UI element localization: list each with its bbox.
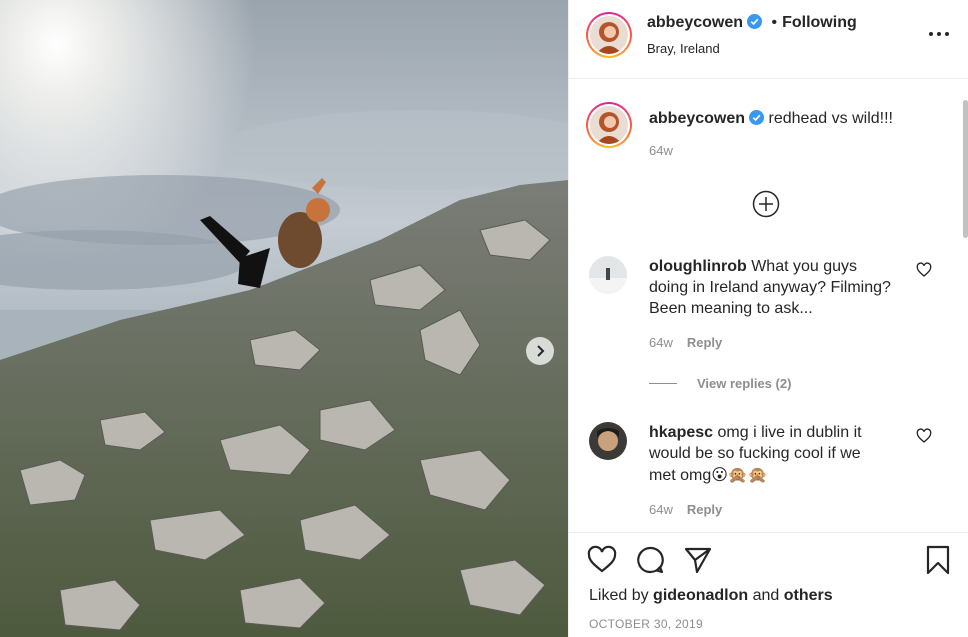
load-more-comments-icon[interactable]	[752, 190, 780, 218]
comments-scrollbar[interactable]	[963, 100, 968, 238]
chevron-right-icon	[537, 345, 545, 357]
caption-avatar[interactable]	[586, 102, 632, 148]
following-button[interactable]: Following	[782, 14, 857, 31]
author-avatar[interactable]	[586, 12, 632, 58]
caption-username[interactable]: abbeycowen	[649, 110, 745, 127]
heart-icon[interactable]	[916, 428, 932, 444]
commenter-avatar-image	[589, 422, 627, 460]
separator-dot: •	[771, 14, 778, 31]
header-title-row: abbeycowen • Following	[647, 14, 857, 32]
caption-avatar-image	[590, 106, 628, 144]
post-header: abbeycowen • Following Bray, Ireland	[569, 0, 968, 79]
reply-button[interactable]: Reply	[687, 502, 722, 517]
comment-body: hkapesc omg i live in dublin it would be…	[649, 422, 889, 517]
liked-by-prefix: Liked by	[589, 587, 649, 604]
comments-section[interactable]: abbeycowen redhead vs wild!!! 64w olough…	[569, 80, 968, 532]
next-photo-button[interactable]	[526, 337, 554, 365]
post-actions: Liked by gideonadlon and others OCTOBER …	[569, 532, 968, 637]
liked-by-and: and	[752, 587, 780, 604]
caption-text: redhead vs wild!!!	[768, 110, 893, 127]
reply-button[interactable]: Reply	[687, 335, 722, 350]
more-horizontal-icon	[929, 32, 949, 36]
post-photo[interactable]	[0, 0, 568, 637]
post-image	[0, 0, 568, 637]
commenter-avatar-image	[589, 256, 627, 294]
view-replies-label: View replies (2)	[697, 376, 792, 391]
more-options-button[interactable]	[927, 26, 951, 46]
author-username[interactable]: abbeycowen	[647, 14, 743, 31]
post-side-panel: abbeycowen • Following Bray, Ireland abbe…	[568, 0, 968, 637]
verified-badge-icon	[747, 14, 763, 29]
liked-by-user[interactable]: gideonadlon	[653, 587, 748, 604]
comment-age: 64w	[649, 502, 673, 517]
comment-username[interactable]: oloughlinrob	[649, 258, 747, 275]
commenter-avatar[interactable]	[589, 422, 627, 460]
likes-summary: Liked by gideonadlon and others	[589, 587, 833, 605]
post-date[interactable]: OCTOBER 30, 2019	[589, 617, 703, 631]
author-avatar-image	[590, 16, 628, 54]
comment-username[interactable]: hkapesc	[649, 424, 713, 441]
save-bookmark-icon[interactable]	[923, 545, 953, 575]
comment-bubble-icon[interactable]	[635, 545, 665, 575]
comment-emojis: 😮🙊🙊	[711, 465, 768, 484]
comment-body: oloughlinrob What you guys doing in Irel…	[649, 256, 899, 350]
caption-age: 64w	[649, 143, 673, 158]
comment-age: 64w	[649, 335, 673, 350]
post-location[interactable]: Bray, Ireland	[647, 41, 720, 56]
like-heart-icon[interactable]	[587, 545, 617, 575]
post-caption: abbeycowen redhead vs wild!!! 64w	[649, 108, 949, 158]
replies-divider	[649, 383, 677, 384]
liked-by-others[interactable]: others	[784, 587, 833, 604]
verified-badge-icon	[749, 110, 765, 125]
commenter-avatar[interactable]	[589, 256, 627, 294]
share-send-icon[interactable]	[683, 545, 713, 575]
heart-icon[interactable]	[916, 262, 932, 278]
view-replies-button[interactable]: View replies (2)	[649, 376, 791, 391]
